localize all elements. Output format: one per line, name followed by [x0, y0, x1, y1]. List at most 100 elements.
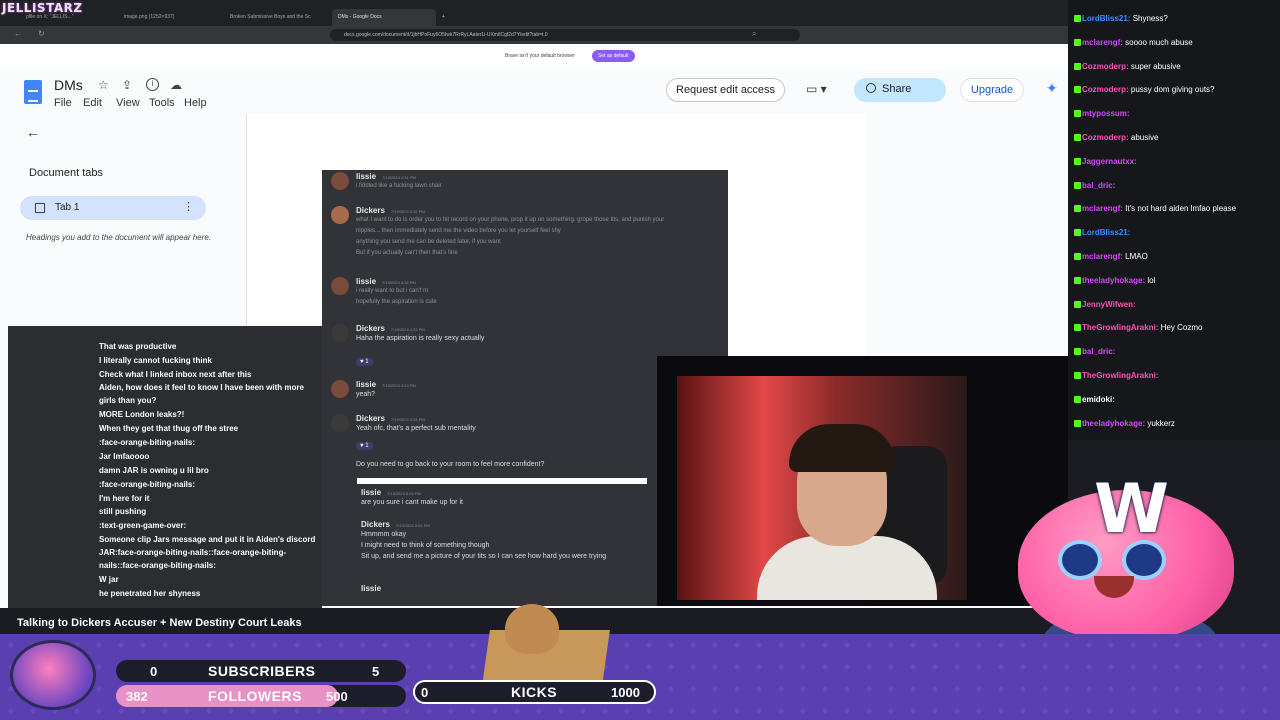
chat-badge-icon: [1074, 395, 1081, 403]
gemini-icon[interactable]: ✦: [1046, 80, 1058, 97]
followers-current: 382: [126, 689, 148, 704]
chat-badge-icon: [1074, 86, 1081, 94]
back-icon[interactable]: ←: [14, 29, 22, 38]
chat-message: bal_dric:: [1074, 181, 1115, 195]
share-button[interactable]: Share: [854, 78, 946, 102]
webcam-feed: [677, 376, 967, 600]
chat-username[interactable]: TheGrowlingArakni:: [1082, 323, 1161, 332]
menu-file[interactable]: File: [54, 97, 72, 109]
star-icon[interactable]: ☆: [98, 78, 109, 92]
more-options-icon[interactable]: ⋮: [183, 200, 194, 213]
browser-tab[interactable]: image.png (1252×937): [118, 9, 218, 26]
chat-badge-icon: [1074, 372, 1081, 379]
dm-text: hopefully the aspiration is cute: [356, 299, 437, 305]
chat-username[interactable]: Cozmoderp:: [1082, 85, 1131, 94]
chat-username[interactable]: JennyWifwen:: [1082, 300, 1136, 309]
dm-text: nipples... then immediately send me the …: [356, 228, 561, 234]
dm-text: Sit up, and send me a picture of your ti…: [361, 553, 607, 560]
chat-username[interactable]: bal_dric:: [1082, 347, 1115, 356]
dm-message: Dickers 7/19/2024 4:34 PM Yeah ofc, that'…: [331, 414, 476, 452]
menu-help[interactable]: Help: [184, 97, 207, 109]
move-icon[interactable]: ⇪: [122, 78, 132, 92]
chat-username[interactable]: mclarengf:: [1082, 252, 1125, 261]
chat-message: JennyWifwen:: [1074, 300, 1136, 314]
dm-username: lissie: [361, 584, 382, 593]
document-icon: [35, 203, 45, 213]
dm-username: Dickers: [356, 206, 385, 215]
chat-badge-icon: [1074, 181, 1081, 189]
channel-logo: [10, 640, 96, 710]
present-icon[interactable]: ▭ ▾: [806, 82, 827, 96]
dm-username: lissie: [361, 488, 382, 497]
browser-tab[interactable]: Broken Submissive Boys and the Sc: [224, 9, 326, 26]
chat-username[interactable]: TheGrowlingArakni:: [1082, 371, 1158, 380]
heart-reaction: ♥ 1: [356, 442, 373, 450]
dm-timestamp: 7/19/2024 4:33 PM: [382, 383, 416, 388]
chat-message: theeladyhokage: yukkerz: [1074, 419, 1175, 433]
chat-message: emidoki:: [1074, 395, 1115, 409]
browser-tab-bar: JELLISTARZ pfile on X: "JELLIS..." image…: [0, 0, 1068, 28]
back-arrow-icon[interactable]: ←: [26, 124, 40, 140]
heart-reaction: ♥ 1: [356, 358, 373, 366]
dm-timestamp: 7/19/2024 5:03 PM: [387, 491, 421, 496]
dm-message: Do you need to go back to your room to f…: [356, 459, 544, 470]
document-title[interactable]: DMs: [54, 77, 83, 93]
browser-tab-active[interactable]: DMs - Google Docs: [332, 9, 436, 26]
dm-text: Haha the aspiration is really sexy actua…: [356, 335, 485, 342]
tab-1[interactable]: Tab 1 ⋮: [20, 196, 206, 220]
dm-username: lissie: [356, 380, 377, 389]
dm-username: lissie: [356, 172, 377, 181]
chat-text: super abusive: [1130, 61, 1181, 71]
dm-reaction: ♥ 1: [356, 356, 373, 368]
chat-badge-icon: [1074, 324, 1081, 332]
cloud-icon[interactable]: ☁: [170, 78, 182, 92]
menu-view[interactable]: View: [116, 97, 140, 109]
dm-message: lissie 7/19/2024 4:32 PM i really want to…: [331, 277, 437, 308]
info-icon[interactable]: i: [146, 78, 159, 91]
reload-icon[interactable]: ↻: [38, 29, 45, 38]
dm-text: Do you need to go back to your room to f…: [356, 461, 545, 468]
avatar: [331, 172, 349, 190]
request-edit-button[interactable]: Request edit access: [666, 78, 786, 102]
chat-username[interactable]: Cozmoderp:: [1082, 62, 1131, 71]
avatar: [331, 206, 349, 224]
dm-timestamp: 7/19/2024 4:32 PM: [382, 280, 416, 285]
dm-text: Yeah ofc, that's a perfect sub mentality: [356, 425, 476, 432]
address-bar-row: docs.google.com/document/d/1jhHPoFuy6O5I…: [0, 26, 1068, 44]
docs-logo-icon[interactable]: [24, 80, 42, 104]
chat-username[interactable]: Jaggernautxx:: [1082, 157, 1137, 166]
chat-username[interactable]: bal_dric:: [1082, 181, 1115, 190]
menu-edit[interactable]: Edit: [83, 97, 102, 109]
chat-username[interactable]: mtypossum:: [1082, 109, 1130, 118]
chat-username[interactable]: Cozmoderp:: [1082, 133, 1131, 142]
dm-text: I might need to think of something thoug…: [361, 542, 490, 549]
zoom-icon[interactable]: ⌕: [752, 29, 756, 39]
chat-username[interactable]: theeladyhokage:: [1082, 419, 1147, 428]
dm-embedded-screenshot: lissie 7/19/2024 5:03 PM are you sure i c…: [357, 478, 647, 606]
chat-username[interactable]: emidoki:: [1082, 395, 1115, 404]
browser-tab[interactable]: pfile on X: "JELLIS...": [20, 9, 112, 26]
chat-username[interactable]: LordBliss21:: [1082, 228, 1130, 237]
url-field[interactable]: docs.google.com/document/d/1jhHPoFuy6O5I…: [330, 29, 800, 41]
dm-username: Dickers: [356, 414, 385, 423]
chat-username[interactable]: theeladyhokage:: [1082, 276, 1147, 285]
dm-message: lissie 7/19/2024 5:03 PM are you sure i c…: [361, 488, 463, 508]
default-browser-message: Brave isn't your default browser: [505, 53, 575, 59]
avatar: [331, 414, 349, 432]
chat-badge-icon: [1074, 348, 1081, 356]
menu-tools[interactable]: Tools: [149, 97, 175, 109]
new-tab-icon[interactable]: +: [436, 9, 448, 26]
chat-message: LordBliss21:: [1074, 228, 1130, 242]
chat-username[interactable]: mclarengf:: [1082, 204, 1125, 213]
avatar: [331, 324, 349, 342]
avatar: [331, 277, 349, 295]
set-default-button[interactable]: Set as default: [592, 50, 635, 62]
chat-message: theeladyhokage: lol: [1074, 276, 1155, 290]
upgrade-button[interactable]: Upgrade: [960, 78, 1024, 102]
chat-badge-icon: [1074, 134, 1081, 141]
chat-username[interactable]: LordBliss21:: [1082, 14, 1133, 23]
stream-screen: JELLISTARZ pfile on X: "JELLIS..." image…: [0, 0, 1280, 720]
chat-badge-icon: [1074, 300, 1081, 308]
chat-username[interactable]: mclarengf:: [1082, 38, 1125, 47]
dm-text: i really want to but i can't rn: [356, 288, 429, 294]
